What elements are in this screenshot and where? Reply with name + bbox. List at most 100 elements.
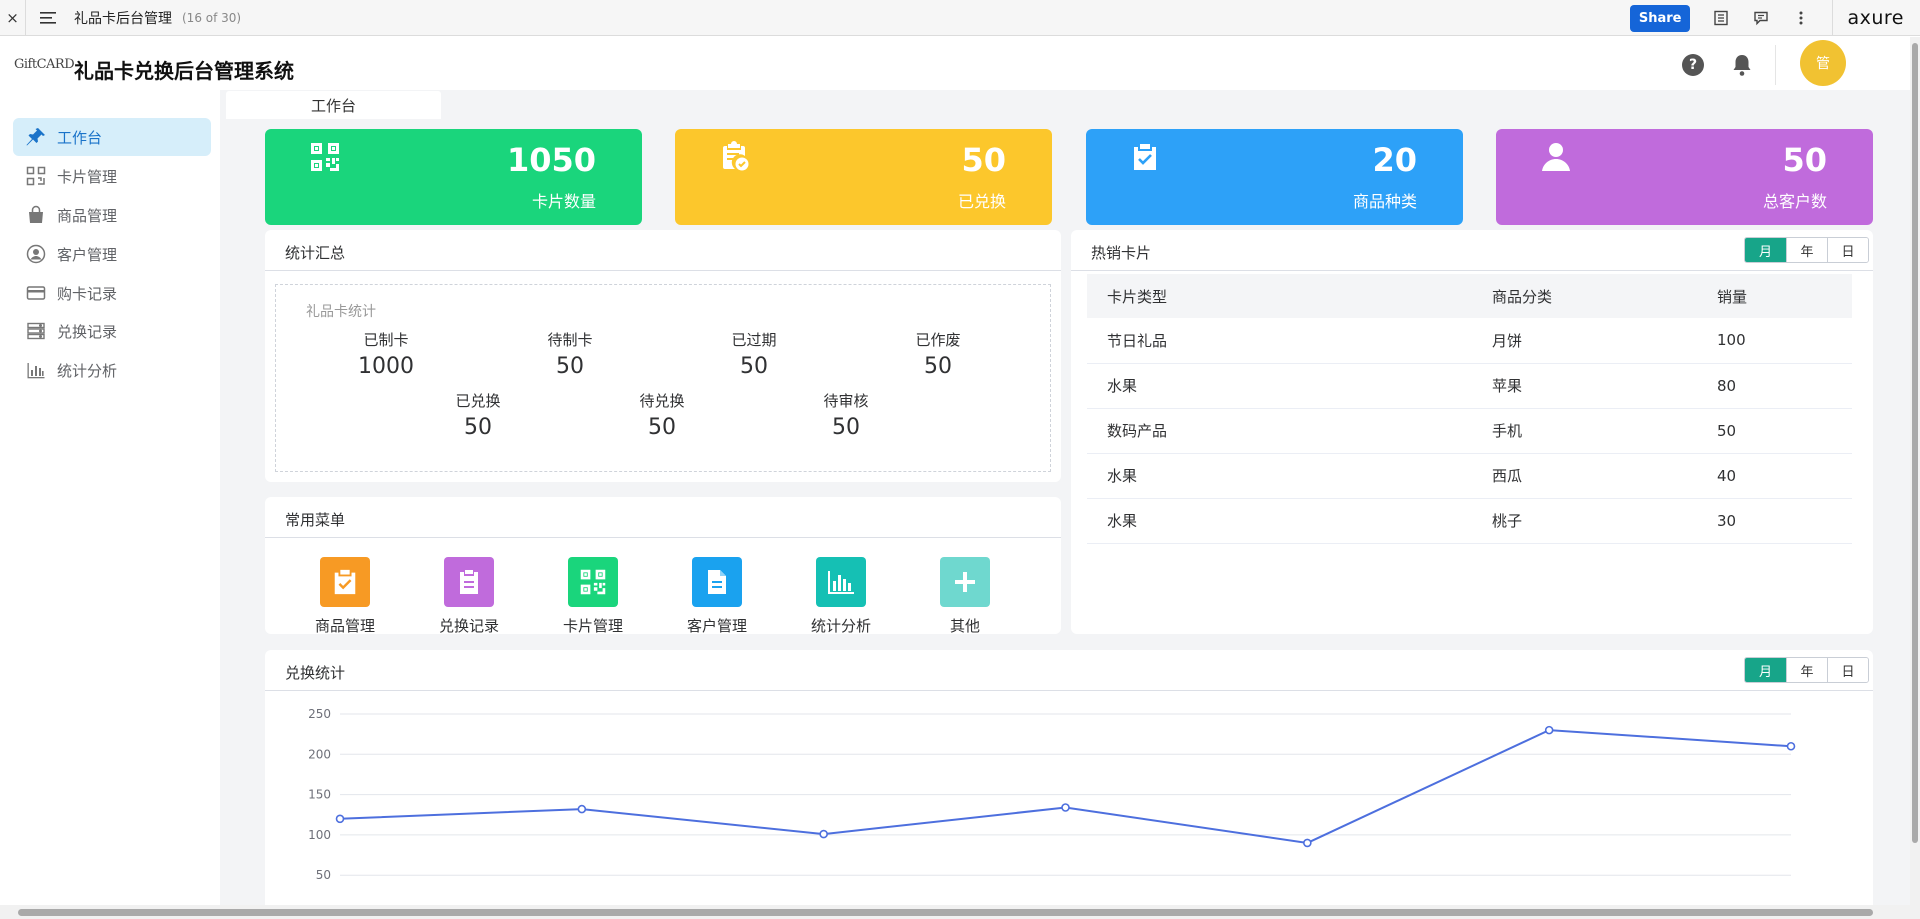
series-line: [339, 729, 1792, 844]
data-point[interactable]: [1544, 725, 1554, 735]
period-year-button[interactable]: 年: [1786, 238, 1827, 262]
stat-made: 已制卡 1000: [358, 331, 414, 379]
stat-label: 商品种类: [1352, 192, 1417, 211]
bell-icon[interactable]: [1731, 53, 1753, 77]
scrollbar-thumb[interactable]: [18, 909, 1873, 916]
period-toggle: 月 年 日: [1744, 657, 1869, 683]
table-row[interactable]: 水果 苹果 80: [1087, 363, 1852, 409]
main-content: 工作台 1050 卡片数量 50 已兑换 20 商品种类 50 总客户数 统计汇…: [220, 90, 1910, 905]
bag-check-icon: [1130, 141, 1164, 175]
app-header: GiftCARD 礼品卡兑换后台管理系统 ? 管: [0, 37, 1910, 90]
table-row[interactable]: 水果 西瓜 40: [1087, 453, 1852, 499]
column-header: 销量: [1697, 274, 1852, 318]
stat-value: 50: [961, 141, 1006, 179]
stat-card-customers[interactable]: 50 总客户数: [1496, 129, 1873, 225]
y-tick-label: 250: [308, 707, 331, 721]
sidebar: 工作台 卡片管理 商品管理 客户管理 购卡记录 兑换记录 统计分析: [0, 90, 220, 905]
y-tick-label: 150: [308, 788, 331, 802]
sidebar-item-products[interactable]: 商品管理: [13, 196, 211, 234]
stat-expired: 已过期 50: [731, 331, 777, 379]
menu-item-analytics[interactable]: 统计分析: [796, 557, 886, 636]
page-title: 礼品卡兑换后台管理系统: [74, 59, 294, 83]
stat-label: 总客户数: [1762, 192, 1827, 211]
user-icon: [1540, 141, 1574, 175]
sidebar-item-workbench[interactable]: 工作台: [13, 118, 211, 156]
bar-chart-icon: [816, 557, 866, 607]
summary-panel: 统计汇总 礼品卡统计 已制卡 1000 待制卡 50 已过期 50 已作废 50 已兑换…: [265, 230, 1061, 482]
more-vertical-icon[interactable]: [1790, 7, 1812, 29]
sidebar-item-analytics[interactable]: 统计分析: [13, 351, 211, 389]
bag-check-icon: [320, 557, 370, 607]
table-row[interactable]: 水果 桃子 30: [1087, 498, 1852, 544]
menu-item-cards[interactable]: 卡片管理: [548, 557, 638, 636]
stat-card-product-types[interactable]: 20 商品种类: [1086, 129, 1463, 225]
data-point[interactable]: [1303, 838, 1312, 848]
data-point[interactable]: [819, 829, 828, 839]
stat-card-cards[interactable]: 1050 卡片数量: [265, 129, 642, 225]
menu-item-exchange-records[interactable]: 兑换记录: [424, 557, 514, 636]
stat-value: 1050: [506, 141, 596, 179]
sidebar-item-label: 购卡记录: [57, 284, 118, 303]
sidebar-item-cards[interactable]: 卡片管理: [13, 157, 211, 195]
sidebar-item-label: 工作台: [57, 128, 103, 147]
page-count: (16 of 30): [182, 10, 242, 25]
server-icon: [25, 320, 47, 342]
bar-chart-icon: [25, 359, 47, 381]
clipboard-icon: [444, 557, 494, 607]
sidebar-item-purchase-records[interactable]: 购卡记录: [13, 274, 211, 312]
stat-value: 20: [1372, 141, 1417, 179]
panel-title: 统计汇总: [285, 244, 346, 262]
data-point[interactable]: [577, 804, 587, 814]
menu-item-products[interactable]: 商品管理: [300, 557, 390, 636]
clipboard-check-icon: [719, 141, 753, 175]
sidebar-item-label: 卡片管理: [57, 167, 118, 186]
hot-cards-panel: 热销卡片 月 年 日 卡片类型 商品分类 销量 节日礼品 月饼 100 水果 苹果 80…: [1071, 230, 1873, 634]
menu-item-others[interactable]: 其他: [920, 557, 1010, 636]
axure-logo: axure: [1847, 7, 1904, 29]
y-tick-label: 100: [308, 828, 331, 842]
period-day-button[interactable]: 日: [1827, 658, 1868, 682]
avatar[interactable]: 管: [1800, 40, 1846, 86]
user-circle-icon: [25, 243, 47, 265]
share-button[interactable]: Share: [1629, 4, 1691, 32]
vertical-scrollbar[interactable]: [1910, 37, 1920, 905]
period-toggle: 月 年 日: [1744, 237, 1869, 263]
stat-label: 卡片数量: [531, 192, 596, 211]
period-year-button[interactable]: 年: [1786, 658, 1827, 682]
period-month-button[interactable]: 月: [1745, 658, 1786, 682]
notes-icon[interactable]: [1710, 7, 1732, 29]
sidebar-item-exchange-records[interactable]: 兑换记录: [13, 312, 211, 350]
sidebar-item-customers[interactable]: 客户管理: [13, 235, 211, 273]
document-icon: [692, 557, 742, 607]
column-header: 商品分类: [1472, 274, 1697, 318]
data-point[interactable]: [335, 814, 345, 824]
tab-workbench[interactable]: 工作台: [226, 91, 441, 119]
exchange-line-chart: 50 100 150 200 250: [308, 707, 1796, 882]
scrollbar-thumb[interactable]: [1912, 43, 1918, 843]
prototype-title: 礼品卡后台管理: [74, 10, 172, 27]
common-menu-panel: 常用菜单 商品管理 兑换记录 卡片管理 客户管理 统计分析 其他: [265, 497, 1061, 636]
table-header-row: 卡片类型 商品分类 销量: [1087, 274, 1852, 318]
sidebar-item-label: 商品管理: [57, 206, 118, 225]
panel-title: 兑换统计: [285, 664, 346, 682]
period-day-button[interactable]: 日: [1827, 238, 1868, 262]
data-point[interactable]: [1061, 803, 1070, 812]
giftcard-logo: GiftCARD: [14, 57, 75, 72]
close-icon[interactable]: ×: [0, 0, 26, 36]
menu-item-customers[interactable]: 客户管理: [672, 557, 762, 636]
table-row[interactable]: 数码产品 手机 50: [1087, 408, 1852, 454]
stat-card-exchanged[interactable]: 50 已兑换: [675, 129, 1052, 225]
y-tick-label: 200: [308, 747, 331, 761]
qrcode-icon: [309, 141, 343, 175]
stat-voided: 已作废 50: [915, 331, 961, 379]
axure-toolbar: × 礼品卡后台管理 (16 of 30) Share axure: [0, 0, 1920, 36]
data-point[interactable]: [1786, 741, 1796, 751]
exchange-stats-panel: 兑换统计 月 年 日 50 100 150 200 250: [265, 650, 1873, 905]
help-icon[interactable]: ?: [1682, 54, 1704, 76]
comments-icon[interactable]: [1750, 7, 1772, 29]
hamburger-menu-icon[interactable]: [40, 0, 64, 36]
horizontal-scrollbar[interactable]: [0, 905, 1920, 919]
sidebar-item-label: 兑换记录: [57, 322, 118, 341]
period-month-button[interactable]: 月: [1745, 238, 1786, 262]
table-row[interactable]: 节日礼品 月饼 100: [1087, 318, 1852, 364]
